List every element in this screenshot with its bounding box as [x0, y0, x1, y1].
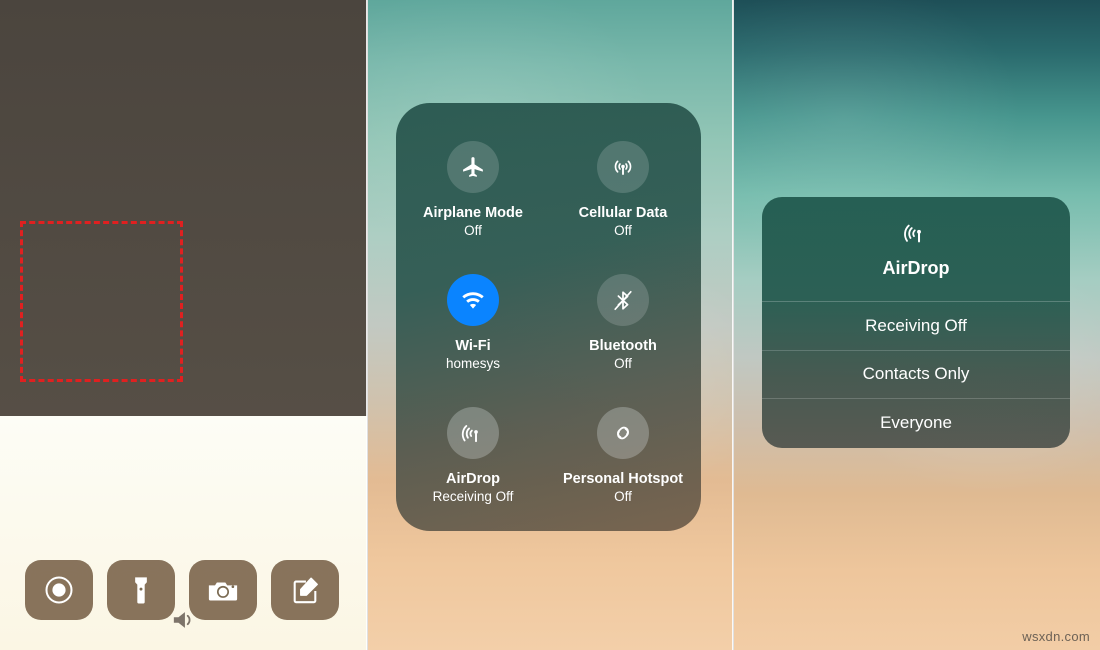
tile-label: Bluetooth: [589, 338, 657, 354]
panel-connectivity-expanded: Airplane Mode Off Cellular Data Off Wi-F…: [368, 0, 733, 650]
flashlight-button[interactable]: [107, 560, 175, 620]
tile-label: Cellular Data: [578, 205, 668, 221]
airdrop-options-card: AirDrop Receiving Off Contacts Only Ever…: [762, 197, 1070, 448]
tile-label: Personal Hotspot: [562, 471, 684, 487]
panel-divider-1: [366, 0, 368, 650]
bluetooth-icon-wrap: [597, 274, 649, 326]
camera-button[interactable]: [189, 560, 257, 620]
panel-control-center: Music: [0, 0, 367, 650]
tile-airplane-mode[interactable]: Airplane Mode Off: [398, 141, 548, 240]
airdrop-option-everyone[interactable]: Everyone: [762, 399, 1070, 448]
airdrop-option-receiving-off[interactable]: Receiving Off: [762, 302, 1070, 351]
hotspot-icon: [610, 420, 636, 446]
tile-personal-hotspot[interactable]: Personal Hotspot Off: [548, 407, 698, 506]
connectivity-expanded-card: Airplane Mode Off Cellular Data Off Wi-F…: [396, 103, 701, 531]
flashlight-icon: [132, 575, 150, 605]
tile-status: Off: [614, 223, 632, 238]
hotspot-icon-wrap: [597, 407, 649, 459]
screen-recording-button[interactable]: [25, 560, 93, 620]
airdrop-icon: [460, 420, 487, 447]
connectivity-grid: Airplane Mode Off Cellular Data Off Wi-F…: [396, 103, 701, 531]
bluetooth-off-icon: [612, 288, 634, 313]
airdrop-icon-wrap: [447, 407, 499, 459]
panel-divider-2: [732, 0, 734, 650]
screenshot-root: Music: [0, 0, 1100, 650]
airdrop-menu-header: AirDrop: [762, 197, 1070, 302]
airdrop-menu-title: AirDrop: [882, 258, 950, 278]
tile-status: homesys: [445, 356, 501, 371]
tile-wifi[interactable]: Wi-Fi homesys: [398, 274, 548, 373]
highlight-box-connectivity: [20, 221, 183, 382]
airplane-icon: [461, 155, 486, 180]
tile-bluetooth[interactable]: Bluetooth Off: [548, 274, 698, 373]
cellular-icon: [610, 154, 636, 180]
watermark: wsxdn.com: [1022, 629, 1090, 644]
wifi-icon: [460, 289, 486, 311]
tile-airdrop[interactable]: AirDrop Receiving Off: [398, 407, 548, 506]
airplane-icon-wrap: [447, 141, 499, 193]
tile-status: Off: [464, 223, 482, 238]
record-icon: [43, 574, 75, 606]
tile-status: Off: [614, 356, 632, 371]
tile-status: Off: [614, 489, 632, 504]
wifi-icon-wrap: [447, 274, 499, 326]
airdrop-option-contacts-only[interactable]: Contacts Only: [762, 351, 1070, 400]
airdrop-icon: [902, 219, 931, 248]
notes-button[interactable]: [271, 560, 339, 620]
notes-icon: [290, 575, 320, 605]
tile-label: AirDrop: [446, 471, 500, 487]
camera-icon: [207, 578, 239, 603]
tile-label: Airplane Mode: [423, 205, 523, 221]
tile-cellular-data[interactable]: Cellular Data Off: [548, 141, 698, 240]
panel-airdrop-menu: AirDrop Receiving Off Contacts Only Ever…: [734, 0, 1100, 650]
cellular-icon-wrap: [597, 141, 649, 193]
tile-status: Receiving Off: [432, 489, 514, 504]
tile-label: Wi-Fi: [455, 338, 491, 354]
